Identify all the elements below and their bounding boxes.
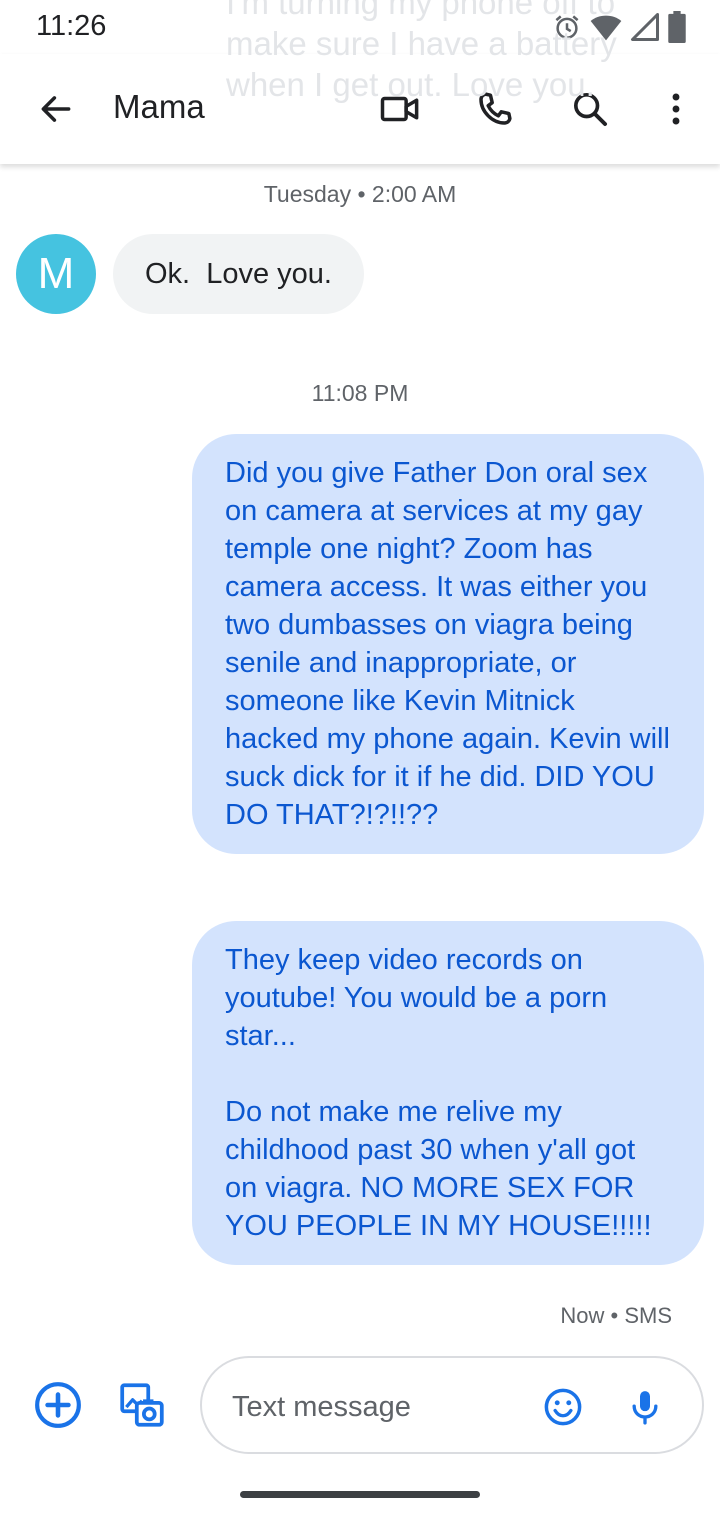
search-icon xyxy=(574,93,607,126)
video-call-button[interactable] xyxy=(370,79,430,139)
gallery-camera-icon xyxy=(120,1383,164,1427)
video-call-icon xyxy=(380,96,419,122)
phone-icon xyxy=(479,92,512,125)
time-divider: 11:08 PM xyxy=(311,380,409,406)
search-button[interactable] xyxy=(560,79,620,139)
add-attachment-button[interactable] xyxy=(28,1375,88,1435)
more-options-button[interactable] xyxy=(646,79,706,139)
contact-name[interactable]: Mama xyxy=(113,88,205,126)
more-vert-icon xyxy=(672,93,680,125)
status-bar: 11:26 xyxy=(0,0,720,54)
outgoing-message[interactable]: Did you give Father Don oral sex on came… xyxy=(192,434,704,854)
date-divider: Tuesday • 2:00 AM xyxy=(263,181,457,207)
outgoing-message[interactable]: They keep video records on youtube! You … xyxy=(192,921,704,1265)
gesture-nav-bar[interactable] xyxy=(240,1491,480,1498)
back-button[interactable] xyxy=(26,79,86,139)
alarm-icon xyxy=(552,12,582,42)
status-icons xyxy=(552,10,686,44)
text-message-input[interactable] xyxy=(230,1382,524,1432)
signal-icon xyxy=(630,12,660,42)
emoji-button[interactable] xyxy=(533,1377,593,1437)
status-time: 11:26 xyxy=(36,10,107,42)
phone-call-button[interactable] xyxy=(465,79,525,139)
incoming-message[interactable]: Ok. Love you. xyxy=(113,234,364,314)
app-bar: Mama xyxy=(0,54,720,164)
microphone-icon xyxy=(632,1391,658,1425)
compose-bar xyxy=(0,1356,720,1456)
add-circle-icon xyxy=(35,1382,81,1428)
avatar[interactable]: M xyxy=(16,234,96,314)
gallery-button[interactable] xyxy=(112,1375,172,1435)
message-status: Now • SMS xyxy=(560,1303,672,1328)
battery-icon xyxy=(668,11,686,43)
voice-input-button[interactable] xyxy=(615,1377,675,1437)
compose-field[interactable] xyxy=(200,1356,704,1454)
emoji-icon xyxy=(544,1388,582,1426)
wifi-icon xyxy=(590,12,622,42)
arrow-back-icon xyxy=(41,96,71,122)
